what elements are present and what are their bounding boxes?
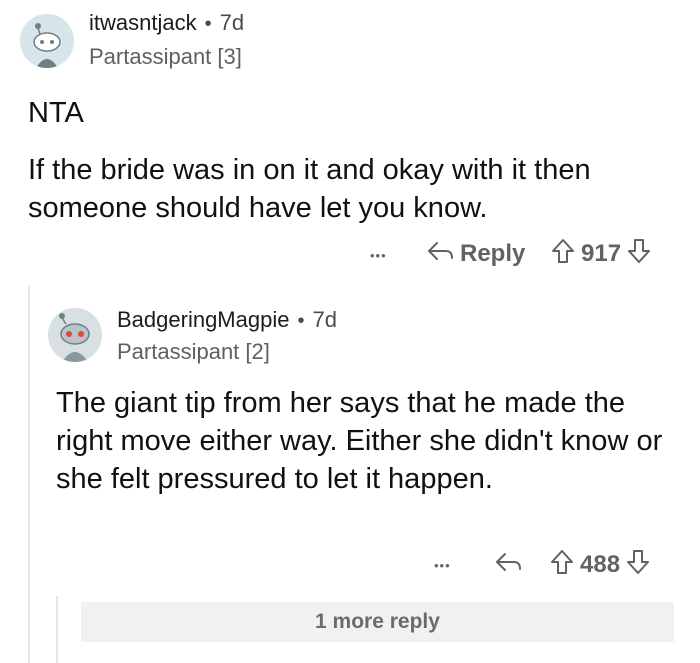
reply-button[interactable] <box>494 550 522 580</box>
comment-body: If the bride was in on it and okay with … <box>28 154 591 224</box>
username[interactable]: BadgeringMagpie <box>117 307 289 333</box>
downvote-arrow-icon[interactable] <box>626 549 650 582</box>
thread-line[interactable] <box>56 596 58 663</box>
reply-arrow-icon <box>494 551 522 580</box>
user-flair: Partassipant [2] <box>117 339 270 364</box>
vote-score: 488 <box>580 551 621 578</box>
avatar[interactable] <box>20 14 74 68</box>
overflow-dots-icon: ••• <box>370 247 387 263</box>
comment-age: 7d <box>219 10 245 35</box>
user-flair: Partassipant [3] <box>89 44 242 69</box>
vote-score: 917 <box>581 240 622 267</box>
comment-verdict: NTA <box>28 97 84 129</box>
vote-controls: 488 <box>550 549 650 581</box>
reply-arrow-icon <box>426 240 454 269</box>
overflow-menu-button[interactable]: ••• <box>434 550 451 580</box>
username[interactable]: itwasntjack <box>89 10 197 36</box>
upvote-arrow-icon[interactable] <box>550 549 574 582</box>
more-replies-button[interactable]: 1 more reply <box>81 602 674 642</box>
separator-dot: • <box>297 310 305 332</box>
upvote-arrow-icon[interactable] <box>551 238 575 271</box>
vote-controls: 917 <box>551 238 651 270</box>
reply-button[interactable]: Reply <box>426 238 525 270</box>
thread-line[interactable] <box>28 285 30 663</box>
separator-dot: • <box>204 13 212 35</box>
overflow-dots-icon: ••• <box>434 557 451 573</box>
comment-age: 7d <box>312 307 337 332</box>
reply-label: Reply <box>460 240 526 267</box>
avatar[interactable] <box>48 308 102 362</box>
downvote-arrow-icon[interactable] <box>627 238 651 271</box>
comment-body: The giant tip from her says that he made… <box>56 387 663 495</box>
more-replies-label: 1 more reply <box>315 610 440 633</box>
overflow-menu-button[interactable]: ••• <box>370 240 387 270</box>
